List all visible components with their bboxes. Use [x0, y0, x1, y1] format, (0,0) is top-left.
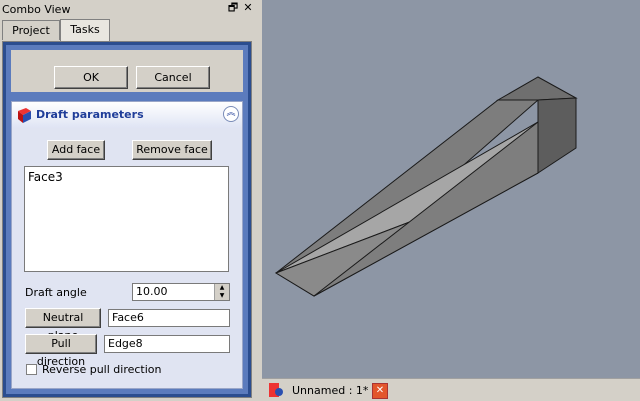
- draft-parameters-group: Draft parameters ︽ Add face Remove face …: [11, 101, 243, 389]
- tab-project-label: Project: [12, 24, 50, 37]
- close-document-icon[interactable]: ✕: [372, 383, 388, 399]
- spin-down-icon[interactable]: ▼: [215, 292, 229, 300]
- draft-parameters-title: Draft parameters: [36, 108, 144, 121]
- draft-angle-spinbox[interactable]: 10.00 ▲ ▼: [132, 283, 230, 301]
- draft-feature-icon: [18, 108, 31, 123]
- 3d-viewport[interactable]: [262, 0, 640, 378]
- combo-view-title: Combo View: [2, 3, 71, 16]
- list-item[interactable]: Face3: [28, 170, 63, 184]
- task-panel: OK Cancel Draft parameters ︽ Add face Re…: [2, 41, 252, 398]
- splitter-handle[interactable]: [255, 0, 262, 400]
- pull-direction-field[interactable]: Edge8: [104, 335, 230, 353]
- freecad-document-icon: [269, 383, 283, 397]
- pull-direction-button[interactable]: Pull direction: [25, 334, 97, 368]
- collapse-chevron-icon[interactable]: ︽: [223, 106, 239, 122]
- close-icon[interactable]: ✕: [242, 2, 254, 14]
- dialog-button-box: OK Cancel: [11, 50, 243, 92]
- spin-up-icon[interactable]: ▲: [215, 284, 229, 292]
- reverse-pull-direction-label: Reverse pull direction: [42, 363, 162, 376]
- document-tab-bar: Unnamed : 1* ✕: [262, 378, 640, 401]
- cancel-button[interactable]: Cancel: [136, 66, 210, 89]
- document-tab-label: Unnamed : 1*: [292, 384, 369, 397]
- tab-project[interactable]: Project: [2, 20, 60, 40]
- combo-view: Combo View 🗗 ✕ Project Tasks OK Cancel D…: [0, 0, 255, 400]
- combo-view-titlebar: Combo View 🗗 ✕: [0, 0, 255, 19]
- wedge-model: [274, 76, 578, 297]
- pull-direction-value: Edge8: [108, 337, 143, 350]
- draft-angle-label: Draft angle: [25, 286, 87, 299]
- neutral-plane-field[interactable]: Face6: [108, 309, 230, 327]
- add-face-button[interactable]: Add face: [47, 140, 105, 160]
- ok-button[interactable]: OK: [54, 66, 128, 89]
- task-panel-body: OK Cancel Draft parameters ︽ Add face Re…: [6, 45, 248, 394]
- remove-face-button[interactable]: Remove face: [132, 140, 212, 160]
- draft-parameters-header: Draft parameters ︽: [12, 102, 242, 128]
- draft-angle-value: 10.00: [136, 285, 168, 298]
- tab-tasks[interactable]: Tasks: [60, 19, 110, 41]
- tab-tasks-label: Tasks: [70, 23, 100, 36]
- reverse-pull-direction-checkbox[interactable]: [26, 364, 37, 375]
- face-list[interactable]: Face3: [24, 166, 229, 272]
- combo-tabs: Project Tasks: [2, 19, 254, 41]
- spin-buttons[interactable]: ▲ ▼: [214, 284, 229, 300]
- neutral-plane-button[interactable]: Neutral plane: [25, 308, 101, 342]
- neutral-plane-value: Face6: [112, 311, 144, 324]
- undock-icon[interactable]: 🗗: [227, 2, 239, 14]
